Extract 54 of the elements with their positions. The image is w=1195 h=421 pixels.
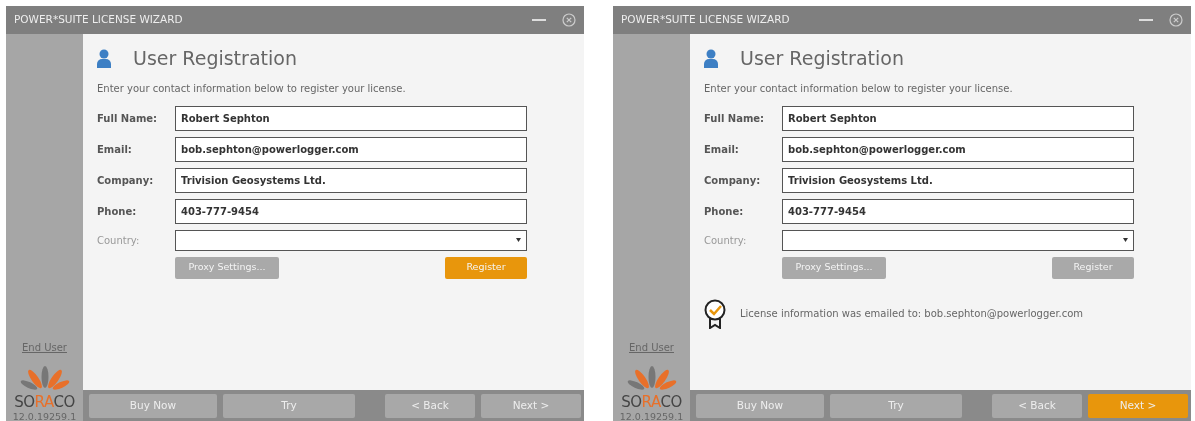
input-field[interactable]: Robert Sephton xyxy=(175,105,527,131)
register-button[interactable]: Register xyxy=(1052,256,1134,279)
status-message: License information was emailed to: bob.sephton@powerlogger.com xyxy=(740,307,1084,321)
back-button[interactable]: < Back xyxy=(992,393,1082,418)
minimize-icon[interactable] xyxy=(532,18,546,22)
back-button[interactable]: < Back xyxy=(385,393,475,418)
field-label: Full Name: xyxy=(704,111,766,126)
dropdown-arrow-icon[interactable] xyxy=(1123,238,1128,242)
try-button[interactable]: Try xyxy=(830,393,962,418)
lotus-logo-icon xyxy=(626,363,677,393)
user-icon xyxy=(97,48,111,68)
version-label: 12.0.19259.1 xyxy=(619,412,684,421)
logo-wordmark: SORACO xyxy=(14,395,75,410)
intro-text: Enter your contact information below to register your license. xyxy=(97,81,407,96)
user-icon xyxy=(704,48,718,68)
next-button[interactable]: Next > xyxy=(481,393,581,418)
minimize-icon[interactable] xyxy=(1139,18,1153,22)
country-dropdown[interactable] xyxy=(175,229,527,251)
input-field[interactable]: 403-777-9454 xyxy=(175,198,527,224)
end-user-link[interactable]: End User xyxy=(22,340,67,355)
input-field[interactable]: Trivision Geosystems Ltd. xyxy=(175,167,527,193)
window-title: POWER*SUITE LICENSE WIZARD xyxy=(621,12,791,28)
field-label: Email: xyxy=(97,142,133,157)
dropdown-arrow-icon[interactable] xyxy=(516,238,521,242)
proxy-settings-button[interactable]: Proxy Settings... xyxy=(175,256,279,279)
try-button[interactable]: Try xyxy=(223,393,355,418)
page-heading: User Registration xyxy=(740,46,904,71)
lotus-logo-icon xyxy=(19,363,70,393)
field-label: Country: xyxy=(704,233,748,248)
input-field[interactable]: bob.sephton@powerlogger.com xyxy=(175,136,527,162)
buy-now-button[interactable]: Buy Now xyxy=(696,393,824,418)
input-field[interactable]: Robert Sephton xyxy=(782,105,1134,131)
proxy-settings-button[interactable]: Proxy Settings... xyxy=(782,256,886,279)
input-field[interactable]: bob.sephton@powerlogger.com xyxy=(782,136,1134,162)
field-label: Full Name: xyxy=(97,111,159,126)
next-button[interactable]: Next > xyxy=(1088,393,1188,418)
input-field[interactable]: Trivision Geosystems Ltd. xyxy=(782,167,1134,193)
award-badge-icon xyxy=(704,298,726,329)
input-field[interactable]: 403-777-9454 xyxy=(782,198,1134,224)
end-user-link[interactable]: End User xyxy=(629,340,674,355)
field-label: Phone: xyxy=(97,204,138,219)
register-button[interactable]: Register xyxy=(445,256,527,279)
logo-wordmark: SORACO xyxy=(621,395,682,410)
country-dropdown[interactable] xyxy=(782,229,1134,251)
field-label: Email: xyxy=(704,142,740,157)
field-label: Company: xyxy=(97,173,155,188)
intro-text: Enter your contact information below to register your license. xyxy=(704,81,1014,96)
field-label: Country: xyxy=(97,233,141,248)
field-label: Company: xyxy=(704,173,762,188)
field-label: Phone: xyxy=(704,204,745,219)
version-label: 12.0.19259.1 xyxy=(12,412,77,421)
window-title: POWER*SUITE LICENSE WIZARD xyxy=(14,12,184,28)
page-heading: User Registration xyxy=(133,46,297,71)
buy-now-button[interactable]: Buy Now xyxy=(89,393,217,418)
